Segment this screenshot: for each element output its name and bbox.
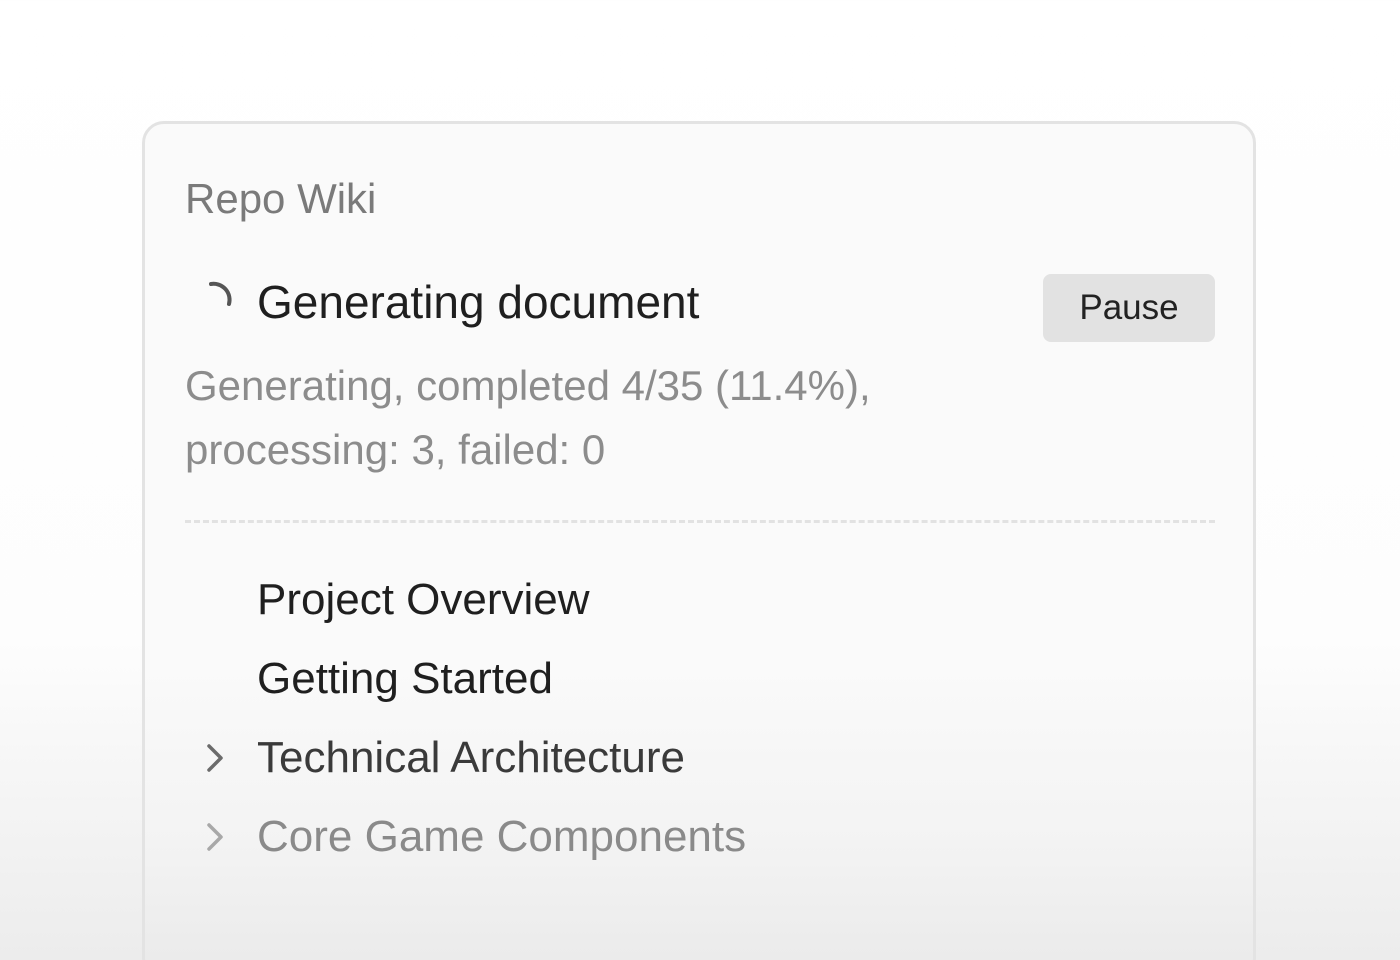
generation-status-row: Generating document Pause [185,274,1215,342]
tree-item-technical-architecture[interactable]: Technical Architecture [185,722,1215,801]
tree-item-core-game-components[interactable]: Core Game Components [185,801,1215,880]
repo-wiki-panel: Repo Wiki Generating document Pause Gene… [142,121,1256,960]
progress-line-processing: processing: 3, failed: 0 [185,426,606,473]
progress-summary: Generating, completed 4/35 (11.4%), proc… [185,354,1005,482]
divider [185,520,1215,523]
status-title: Generating document [257,276,700,328]
tree-item-getting-started[interactable]: Getting Started [185,643,1215,722]
pause-button[interactable]: Pause [1043,274,1215,342]
progress-line-completed: Generating, completed 4/35 (11.4%), [185,362,871,409]
chevron-right-icon[interactable] [203,738,227,778]
loading-spinner-icon [209,281,232,306]
tree-item-label: Core Game Components [257,812,747,861]
tree-item-label: Getting Started [257,654,553,703]
tree-item-project-overview[interactable]: Project Overview [185,564,1215,643]
panel-title: Repo Wiki [185,175,377,222]
tree-item-label: Technical Architecture [257,733,685,782]
tree-item-label: Project Overview [257,575,590,624]
chevron-right-icon[interactable] [203,817,227,857]
wiki-tree: Project Overview Getting Started Technic… [185,564,1215,880]
